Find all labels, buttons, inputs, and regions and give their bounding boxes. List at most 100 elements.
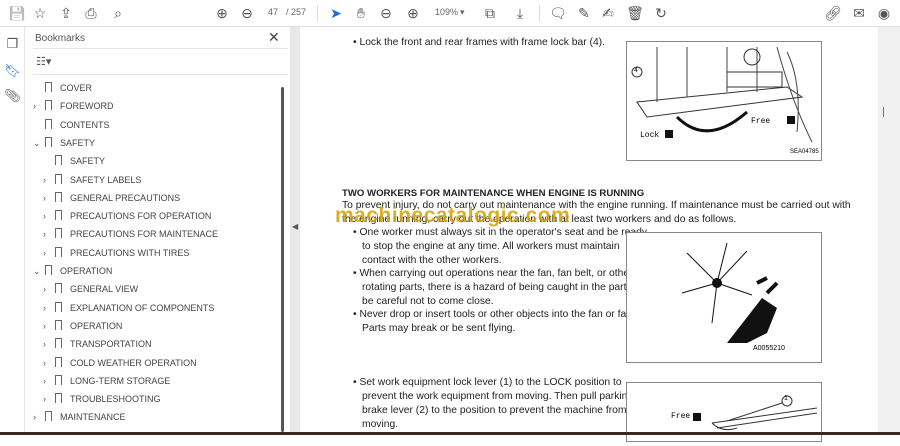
cloud-upload-icon[interactable]: ⇪ [56,4,76,22]
rotate-icon[interactable]: ↻ [651,4,671,22]
bookmark-label: OPERATION [70,320,123,331]
bookmark-icon [55,393,62,404]
bookmark-item[interactable]: › MAINTENANCE [33,408,126,426]
bookmark-icon [45,265,52,275]
bookmark-options-icon[interactable]: ☷▾ [36,55,51,68]
hand-icon[interactable]: ✋︎ [351,4,371,22]
bookmark-item[interactable]: › TROUBLESHOOTING [43,390,161,408]
page-down-icon[interactable]: ⊖ [237,4,257,22]
expand-chevron-icon[interactable]: › [43,335,53,353]
collapse-arrow-icon[interactable]: ◀ [292,222,298,231]
comment-icon[interactable]: 🗨︎ [548,4,568,22]
zoom-dropdown-icon[interactable]: ▾ [460,7,465,18]
bookmark-label: SAFETY [60,137,96,148]
expand-chevron-icon[interactable]: › [43,317,53,335]
scrollbar[interactable] [281,87,284,432]
expand-chevron-icon[interactable]: › [43,189,53,207]
print-icon[interactable]: ⎙ [81,4,101,22]
fit-page-icon[interactable]: ⧉ [480,4,500,22]
expand-chevron-icon[interactable]: › [43,390,53,408]
bookmark-label: COVER [60,83,93,93]
bookmark-item[interactable]: › FOREWORD [33,97,114,115]
bookmark-icon [55,173,62,184]
expand-chevron-icon[interactable]: › [43,244,53,262]
expand-chevron-icon[interactable]: › [43,225,53,243]
bullet-line: brake lever (2) to the position to preve… [362,405,627,416]
bookmark-label: TRANSPORTATION [70,339,152,350]
bookmark-label: SAFETY [70,156,106,167]
search-icon[interactable]: ⌕ [108,4,128,22]
bullet-line: • Set work equipment lock lever (1) to t… [353,377,622,388]
save-icon[interactable]: 💾︎ [7,4,27,22]
star-icon[interactable]: ☆ [30,4,50,22]
sign-icon[interactable]: ✍︎ [598,4,618,22]
bookmark-icon[interactable]: 🔖︎ [4,63,21,80]
bookmark-item[interactable]: COVER [33,79,92,97]
select-cursor-icon[interactable]: ➤ [326,4,346,22]
bookmark-icon [55,374,62,385]
bookmark-item[interactable]: › PRECAUTIONS WITH TIRES [43,244,189,262]
expand-chevron-icon[interactable]: › [43,280,53,298]
bookmark-item[interactable]: ⌄ OPERATION [33,262,112,280]
scrollbar-thumb[interactable] [883,107,884,117]
panel-splitter[interactable]: ◀ [290,27,300,432]
expand-chevron-icon[interactable]: › [43,372,53,390]
expand-chevron-icon[interactable]: › [43,354,53,372]
expand-chevron-icon[interactable]: ⌄ [33,262,43,280]
zoom-in-icon[interactable]: ⊕ [403,4,423,22]
zoom-out-icon[interactable]: ⊖ [376,4,396,22]
bookmark-label: COLD WEATHER OPERATION [70,357,197,368]
bullet-line: • Never drop or insert tools or other ob… [353,309,655,320]
bookmark-item[interactable]: › PRECAUTIONS FOR OPERATION [43,207,211,225]
right-scroll-area [878,27,900,432]
page-up-icon[interactable]: ⊕ [212,4,232,22]
bullet-line: to stop the engine at any time. All work… [362,241,620,252]
bullet-line: • One worker must always sit in the oper… [353,227,648,238]
bookmark-item[interactable]: CONTENTS [33,116,110,134]
zoom-select[interactable]: 109% [435,7,458,17]
bookmark-icon [55,356,62,367]
expand-chevron-icon[interactable]: › [43,171,53,189]
bookmark-item[interactable]: › LONG-TERM STORAGE [43,372,170,390]
bullet-line: rotating parts, there is a hazard of bei… [362,282,649,293]
bookmark-item[interactable]: › PRECAUTIONS FOR MAINTENACE [43,225,218,243]
bookmark-item[interactable]: › TRANSPORTATION [43,335,152,353]
bookmark-icon [45,136,52,147]
expand-chevron-icon[interactable]: › [43,207,53,225]
panel-title: Bookmarks [35,33,86,44]
bullet-line: moving. [362,419,399,430]
expand-chevron-icon[interactable]: › [33,408,43,426]
expand-chevron-icon[interactable]: › [33,97,43,115]
pages-icon[interactable]: ❐ [4,36,21,53]
close-icon[interactable]: ✕ [268,29,280,46]
bookmark-icon [55,338,62,349]
account-icon[interactable]: ◉ [874,4,894,22]
bookmark-item[interactable]: › SAFETY LABELS [43,171,141,189]
bookmark-item[interactable]: ⌄ SAFETY [33,134,95,152]
expand-chevron-icon[interactable]: › [43,299,53,317]
total-pages: / 257 [286,7,307,17]
bookmark-icon [55,283,62,294]
bookmark-icon [45,118,52,129]
share-link-icon[interactable]: 🔗︎ [823,4,843,22]
bookmark-label: FOREWORD [60,101,114,112]
frame-lock-illustration [631,46,813,143]
expand-chevron-icon[interactable]: ⌄ [33,134,43,152]
bookmark-item[interactable]: › COLD WEATHER OPERATION [43,354,197,372]
email-icon[interactable]: ✉ [849,4,869,22]
bookmark-icon [45,100,52,111]
bullet-lock-frames: • Lock the front and rear frames with fr… [353,37,605,48]
bookmark-item[interactable]: SAFETY [43,152,105,170]
bullet-line: contact with the other workers. [362,255,502,266]
bookmark-item[interactable]: › EXPLANATION OF COMPONENTS [43,299,214,317]
scroll-mode-icon[interactable]: ⤓ [510,4,530,22]
bookmark-item[interactable]: › OPERATION [43,317,122,335]
highlight-pen-icon[interactable]: ✎ [574,4,594,22]
attachment-icon[interactable]: 📎︎ [4,88,21,105]
bookmark-label: PRECAUTIONS FOR OPERATION [70,211,212,222]
figure-fan-hazard: A0055210 [626,232,822,363]
bookmark-item[interactable]: › GENERAL VIEW [43,280,138,298]
current-page-input[interactable]: 47 [268,7,278,17]
delete-icon[interactable]: 🗑︎ [625,4,645,22]
bookmark-item[interactable]: › GENERAL PRECAUTIONS [43,189,180,207]
